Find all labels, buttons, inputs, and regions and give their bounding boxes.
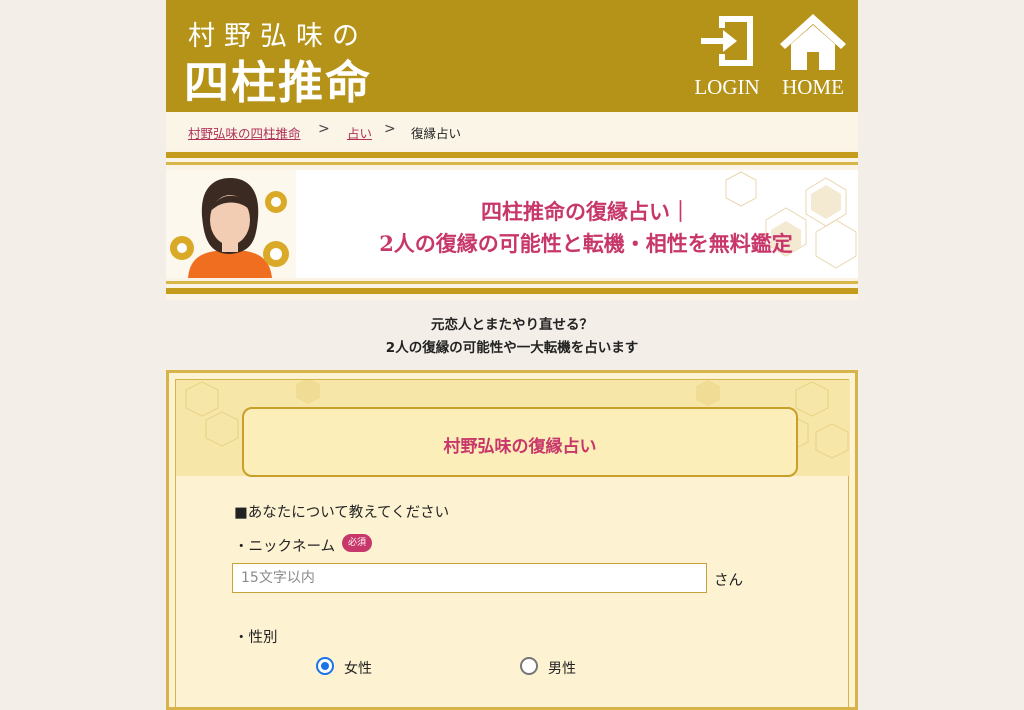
radio-male[interactable] (520, 657, 538, 675)
login-button[interactable]: LOGIN (688, 8, 766, 104)
site-header: 村野弘味の 四柱推命 LOGIN HOME (166, 0, 858, 112)
author-portrait (166, 170, 296, 282)
required-badge: 必須 (342, 534, 372, 552)
breadcrumb-separator: > (318, 121, 330, 137)
breadcrumb: 村野弘味の四柱推命 > 占い > 復縁占い (166, 112, 858, 148)
breadcrumb-link-uranai[interactable]: 占い (347, 126, 372, 141)
gender-option-male[interactable]: 男性 (520, 656, 610, 678)
home-button[interactable]: HOME (774, 8, 852, 104)
card-title-box: 村野弘味の復縁占い (242, 407, 798, 477)
page: 村野弘味の 四柱推命 LOGIN HOME 村野弘味の四柱推命 > 占い > 復… (166, 0, 858, 710)
banner-title-line2: 2人の復縁の可能性と転機・相性を無料鑑定 (379, 231, 793, 256)
logo-title[interactable]: 四柱推命 (184, 46, 372, 111)
gender-option-female[interactable]: 女性 (316, 656, 406, 678)
card-pattern: 村野弘味の復縁占い (176, 380, 850, 477)
nickname-suffix: さん (714, 573, 743, 589)
banner-title: 四柱推命の復縁占い｜ 2人の復縁の可能性と転機・相性を無料鑑定 (366, 196, 806, 260)
breadcrumb-link-home[interactable]: 村野弘味の四柱推命 (188, 126, 301, 141)
banner-title-line1: 四柱推命の復縁占い｜ (481, 199, 691, 224)
login-icon (701, 16, 753, 66)
intro-line2: 2人の復縁の可能性や一大転機を占います (385, 340, 639, 356)
breadcrumb-current: 復縁占い (411, 126, 462, 141)
home-icon (780, 14, 846, 70)
gender-option-label: 男性 (548, 661, 576, 677)
nickname-label: ・ニックネーム (234, 539, 336, 555)
breadcrumb-separator: > (384, 121, 396, 137)
gender-option-label: 女性 (344, 661, 372, 677)
card-title: 村野弘味の復縁占い (443, 437, 597, 457)
login-label: LOGIN (694, 75, 760, 99)
portrait-image-icon (166, 170, 296, 278)
radio-female[interactable] (316, 657, 334, 675)
section-heading: ■あなたについて教えてください (234, 505, 450, 521)
intro-line1: 元恋人とまたやり直せる？ (431, 317, 593, 333)
hero-banner: 四柱推命の復縁占い｜ 2人の復縁の可能性と転機・相性を無料鑑定 (166, 148, 858, 300)
nickname-input[interactable] (232, 563, 707, 593)
intro-text: 元恋人とまたやり直せる？ 2人の復縁の可能性や一大転機を占います (166, 314, 858, 360)
gender-label: ・性別 (234, 630, 278, 646)
home-label: HOME (782, 75, 844, 99)
